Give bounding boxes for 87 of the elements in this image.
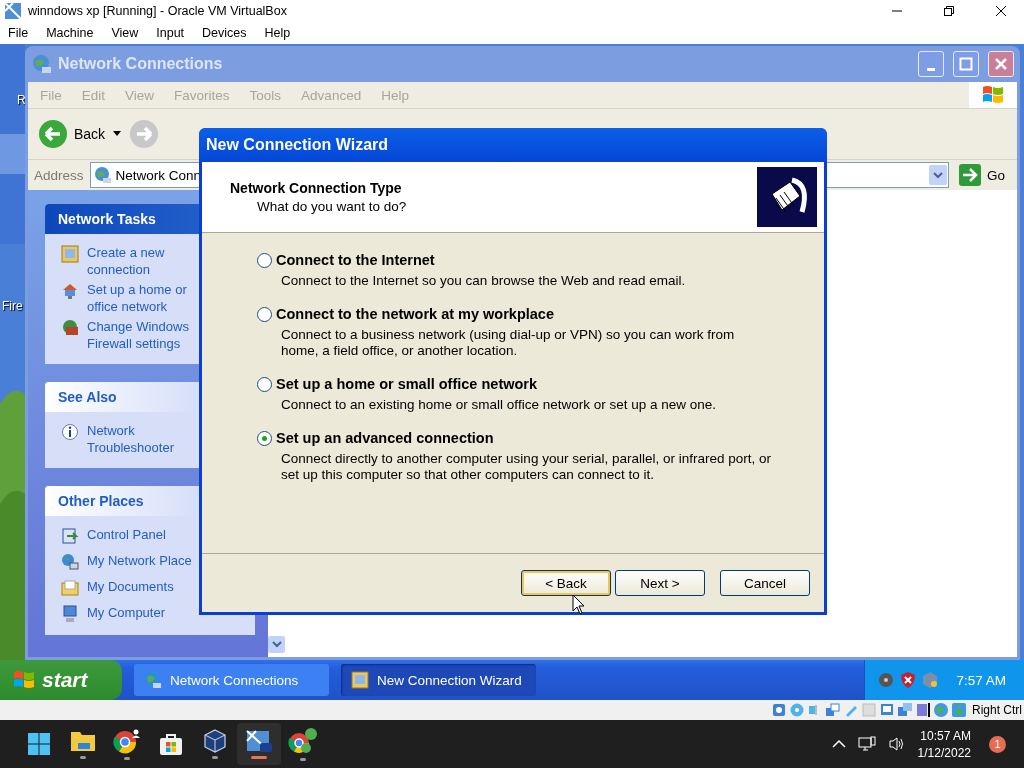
dropdown-button[interactable] (929, 165, 947, 185)
folder-icon (70, 729, 96, 753)
notification-badge[interactable]: 1 (989, 735, 1006, 753)
step-subtitle: What do you want to do? (256, 199, 407, 214)
go-button[interactable]: Go (955, 164, 1009, 186)
control-panel-icon (61, 527, 79, 545)
wizard-icon (61, 245, 79, 263)
radio-button[interactable] (257, 430, 272, 446)
globe-computer-icon (61, 553, 79, 571)
browser-icon (288, 727, 318, 755)
clock: 10:57 AM (920, 728, 971, 743)
store-icon (159, 732, 183, 756)
option-description: Connect to a business network (using dial-up or VPN) so you can work from home, a field office, or another location. (280, 327, 736, 359)
dialog-button[interactable]: < Back (521, 570, 611, 596)
network-icon[interactable] (825, 702, 841, 718)
dialog-button[interactable]: Cancel (720, 570, 810, 596)
dialog-title: New Connection Wizard (199, 128, 827, 162)
taskbar-button[interactable]: Network Connections (134, 664, 329, 696)
vm-window-icon (246, 729, 272, 753)
info-icon (61, 423, 79, 441)
menu-item[interactable]: Input (156, 26, 185, 40)
chevron-down-icon (271, 641, 282, 648)
optical-disc-icon[interactable] (789, 702, 805, 718)
caret-icon (113, 131, 122, 137)
menu-item[interactable]: Help (264, 26, 291, 40)
taskbar-button[interactable]: New Connection Wizard (341, 664, 536, 696)
windows-logo-icon (12, 669, 36, 691)
cursor-icon (572, 594, 586, 616)
desktop-icon-label[interactable]: Fire (2, 299, 23, 313)
taskbar-app-button[interactable] (237, 723, 281, 765)
date: 1/12/2022 (917, 745, 971, 760)
option-description: Connect to the Internet so you can browse the Web and read email. (280, 273, 687, 289)
wizard-icon (351, 671, 369, 689)
globe-icon (93, 166, 112, 184)
windows-logo-icon (981, 84, 1005, 106)
download-icon[interactable] (951, 702, 967, 718)
browser-icon (113, 728, 141, 754)
firewall-icon (61, 319, 79, 337)
radio-option[interactable]: Connect to the Internet (257, 252, 804, 268)
dialog-button[interactable]: Next > (615, 570, 705, 596)
menu-item[interactable]: File (8, 26, 29, 40)
option-description: Connect to an existing home or small office network or set up a new one. (280, 397, 717, 413)
menu-item[interactable]: Machine (46, 26, 94, 40)
radio-option[interactable]: Connect to the network at my workplace (257, 306, 804, 322)
clock: 7:57 AM (956, 672, 1006, 688)
volume-icon (887, 736, 906, 752)
globe-icon (32, 54, 52, 74)
start-button[interactable]: start (0, 660, 122, 700)
arrow-icon (959, 164, 981, 186)
window-title: Network Connections (58, 55, 223, 73)
option-description: Connect directly to another computer using your serial, parallel, or infrared port, or set up this computer so that other computers can connect to it. (280, 451, 771, 483)
step-title: Network Connection Type (230, 180, 403, 196)
folder-icon (61, 579, 79, 597)
radio-option[interactable]: Set up a home or small office network (257, 376, 804, 392)
cube-icon (203, 729, 227, 753)
back-button[interactable]: Back (38, 119, 106, 149)
minimize-button[interactable] (918, 51, 944, 77)
computer-icon (61, 605, 79, 623)
globe-icon (144, 671, 162, 689)
chevron-down-icon (933, 171, 943, 179)
windows-logo-icon (27, 732, 51, 756)
display-icon[interactable] (879, 702, 895, 718)
menu-item[interactable]: Devices (202, 26, 247, 40)
maximize-icon (959, 57, 973, 71)
minimize-icon (927, 67, 935, 71)
desktop-icon-label[interactable]: R (17, 93, 26, 107)
radio-button[interactable] (257, 376, 272, 392)
house-icon (61, 282, 79, 300)
close-icon (994, 57, 1008, 71)
network-plug-icon (757, 167, 817, 227)
disc-icon (877, 671, 895, 689)
menu-item[interactable]: View (111, 26, 139, 40)
scroll-down-button[interactable] (268, 636, 285, 653)
cube-icon (921, 671, 939, 689)
maximize-button[interactable] (953, 51, 979, 77)
restore-icon (943, 5, 955, 17)
close-button[interactable] (988, 51, 1014, 77)
chevron-up-icon (831, 739, 846, 749)
radio-button[interactable] (257, 306, 272, 322)
network-icon (857, 736, 876, 752)
radio-option[interactable]: Set up an advanced connection (257, 430, 804, 446)
shield-icon (899, 671, 917, 689)
radio-button[interactable] (257, 252, 272, 268)
close-icon (995, 5, 1007, 17)
address-label: Address (34, 167, 84, 183)
host-key-label: Right Ctrl (972, 703, 1022, 717)
window-title: winndows xp [Running] - Oracle VM VirtualBox (28, 4, 287, 18)
